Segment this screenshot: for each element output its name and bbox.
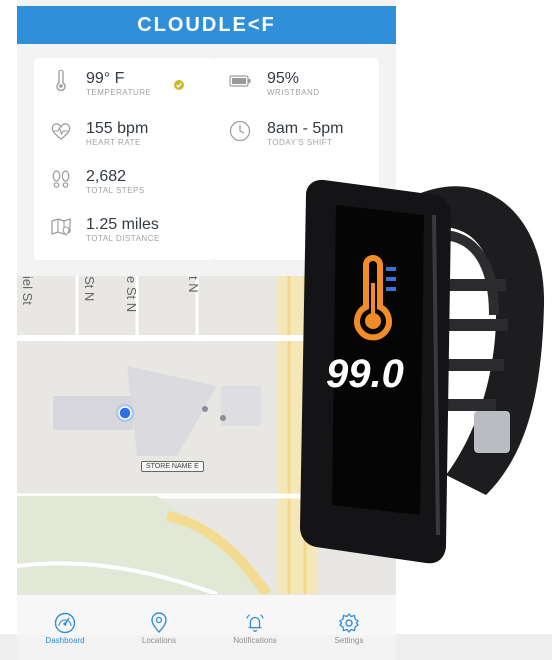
nav-label: Dashboard xyxy=(45,636,85,645)
heart-rate-icon xyxy=(50,120,72,142)
nav-label: Settings xyxy=(334,636,364,645)
bell-icon xyxy=(244,612,266,634)
total-distance-label: TOTAL DISTANCE xyxy=(86,234,160,243)
shift-label: TODAY'S SHIFT xyxy=(267,138,333,147)
dashboard-gauge-icon xyxy=(54,612,76,634)
total-steps-label: TOTAL STEPS xyxy=(86,186,145,195)
app-header: CLOUDLE<F xyxy=(17,6,396,44)
shift-value: 8am - 5pm xyxy=(267,120,344,137)
check-icon xyxy=(174,77,184,95)
temperature-label: TEMPERATURE xyxy=(86,88,152,97)
wristband-device-image: 99.0 xyxy=(296,155,552,575)
bottom-nav-bar: Dashboard Locations Notifications Settin… xyxy=(17,594,396,645)
street-label: St N xyxy=(82,276,97,302)
nav-label: Notifications xyxy=(233,636,277,645)
footsteps-icon xyxy=(50,168,72,190)
stats-card-left: 99° F TEMPERATURE 155 bpm HEART RATE 2,6… xyxy=(34,58,214,260)
street-label: iel St xyxy=(20,276,35,305)
thermometer-icon xyxy=(50,70,72,92)
nav-notifications[interactable]: Notifications xyxy=(215,595,295,645)
stat-total-steps: 2,682 TOTAL STEPS xyxy=(50,168,145,196)
heart-rate-label: HEART RATE xyxy=(86,138,141,147)
stat-total-distance: 1.25 miles TOTAL DISTANCE xyxy=(50,216,160,244)
wristband-reading: 99.0 xyxy=(326,352,404,396)
store-name-label[interactable]: STORE NAME E xyxy=(141,461,204,472)
nav-locations[interactable]: Locations xyxy=(119,595,199,645)
map-distance-icon xyxy=(50,216,72,238)
street-label: e St N xyxy=(124,276,139,313)
stat-heart-rate: 155 bpm HEART RATE xyxy=(50,120,148,148)
nav-label: Locations xyxy=(141,636,177,645)
heart-rate-value: 155 bpm xyxy=(86,120,149,137)
street-label: t N xyxy=(186,276,201,293)
nav-dashboard[interactable]: Dashboard xyxy=(25,595,105,645)
location-pin-icon xyxy=(148,612,170,634)
app-logo: CLOUDLE<F xyxy=(137,13,276,36)
wristband-value: 95% xyxy=(267,70,300,87)
stat-wristband: 95% WRISTBAND xyxy=(229,70,320,98)
stat-shift: 8am - 5pm TODAY'S SHIFT xyxy=(229,120,343,148)
gear-icon xyxy=(338,612,360,634)
total-steps-value: 2,682 xyxy=(86,168,127,185)
clock-icon xyxy=(229,120,251,142)
nav-settings[interactable]: Settings xyxy=(309,595,389,645)
temperature-value: 99° F xyxy=(86,70,125,87)
wristband-label: WRISTBAND xyxy=(267,88,320,97)
total-distance-value: 1.25 miles xyxy=(86,216,159,233)
battery-icon xyxy=(229,70,251,92)
stat-temperature: 99° F TEMPERATURE xyxy=(50,70,151,98)
